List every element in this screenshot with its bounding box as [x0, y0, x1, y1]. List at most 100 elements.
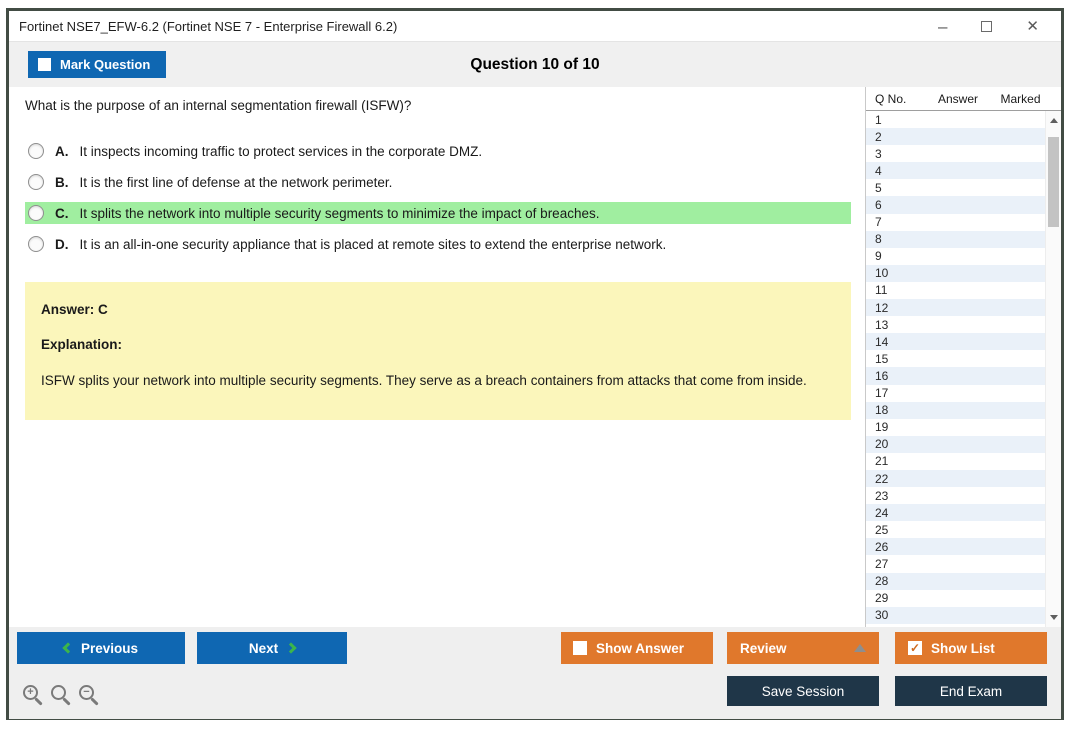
- question-list-body: 1 2 3 4 5 6 7 8 9 10 11 12 13 14 15 16 17 18 19 20 21 22 23 24 2…: [866, 111, 1045, 627]
- question-text: What is the purpose of an internal segme…: [25, 98, 412, 113]
- question-list-row[interactable]: 28: [866, 572, 1045, 590]
- question-list-row[interactable]: 10: [866, 264, 1045, 282]
- scroll-up-icon[interactable]: [1050, 118, 1058, 123]
- question-number: 5: [875, 180, 882, 195]
- option-d-radio[interactable]: [28, 236, 44, 252]
- option-d-letter: D.: [55, 236, 69, 252]
- window-title: Fortinet NSE7_EFW-6.2 (Fortinet NSE 7 - …: [19, 18, 398, 34]
- question-number: 22: [875, 471, 889, 486]
- question-list-row[interactable]: 25: [866, 521, 1045, 538]
- column-header-answer: Answer: [937, 91, 978, 106]
- show-list-button[interactable]: ✓ Show List: [895, 632, 1047, 664]
- question-number: 11: [875, 283, 888, 298]
- question-list-row[interactable]: 12: [866, 299, 1045, 317]
- zoom-toolbar: + −: [23, 685, 94, 700]
- save-session-button[interactable]: Save Session: [727, 676, 879, 706]
- question-number: 6: [875, 198, 882, 213]
- question-list-header: Q No. Answer Marked: [866, 87, 1061, 111]
- question-list-row[interactable]: 22: [866, 469, 1045, 488]
- show-list-label: Show List: [931, 640, 995, 656]
- option-b-text: It is the first line of defense at the n…: [79, 174, 393, 190]
- question-list-row[interactable]: 13: [866, 316, 1045, 333]
- question-list-sidebar: Q No. Answer Marked 1 2 3 4 5 6 7 8 9 10 11 12 13 14 1…: [865, 87, 1061, 627]
- question-list-row[interactable]: 9: [866, 248, 1045, 265]
- option-row-d[interactable]: D. It is an all-in-one security applianc…: [25, 233, 851, 255]
- chevron-right-icon: [285, 642, 297, 654]
- content-area: What is the purpose of an internal segme…: [9, 87, 1061, 627]
- scroll-down-icon[interactable]: [1050, 615, 1058, 620]
- chevron-left-icon: [62, 642, 74, 654]
- question-number: 28: [875, 574, 889, 589]
- magnifier-icon[interactable]: [51, 685, 66, 700]
- question-list-row[interactable]: 26: [866, 538, 1045, 556]
- question-list-row[interactable]: 7: [866, 214, 1045, 231]
- question-list-row[interactable]: 5: [866, 179, 1045, 196]
- option-c-radio[interactable]: [28, 205, 44, 221]
- question-list-row[interactable]: 16: [866, 367, 1045, 385]
- explanation-text: ISFW splits your network into multiple s…: [41, 373, 807, 388]
- option-row-c-correct[interactable]: C. It splits the network into multiple s…: [25, 202, 851, 224]
- minimize-icon[interactable]: –: [938, 18, 947, 35]
- question-list-row[interactable]: 19: [866, 419, 1045, 436]
- close-icon[interactable]: ✕: [1026, 19, 1039, 34]
- question-number: 15: [875, 351, 889, 366]
- question-list-row[interactable]: 23: [866, 487, 1045, 504]
- end-exam-button[interactable]: End Exam: [895, 676, 1047, 706]
- show-list-checkbox[interactable]: ✓: [908, 641, 922, 655]
- option-d-text: It is an all-in-one security appliance t…: [79, 236, 667, 252]
- question-number: 14: [875, 334, 889, 349]
- question-list-row[interactable]: 14: [866, 333, 1045, 351]
- scrollbar-thumb[interactable]: [1048, 137, 1059, 227]
- question-list-row[interactable]: 24: [866, 504, 1045, 522]
- option-row-a[interactable]: A. It inspects incoming traffic to prote…: [25, 140, 851, 162]
- option-row-b[interactable]: B. It is the first line of defense at th…: [25, 171, 851, 193]
- question-number: 2: [875, 129, 882, 144]
- end-exam-label: End Exam: [939, 683, 1003, 699]
- question-list-row[interactable]: 29: [866, 590, 1045, 607]
- question-number: 23: [875, 488, 889, 503]
- next-button[interactable]: Next: [197, 632, 347, 664]
- question-number: 9: [875, 249, 882, 264]
- next-label: Next: [248, 640, 279, 656]
- question-number: 18: [875, 403, 889, 418]
- option-a-radio[interactable]: [28, 143, 44, 159]
- question-list-row[interactable]: 21: [866, 453, 1045, 470]
- question-number: 13: [875, 317, 889, 332]
- previous-button[interactable]: Previous: [17, 632, 185, 664]
- dropup-arrow-icon: [854, 644, 866, 652]
- checkmark-icon: ✓: [909, 641, 921, 655]
- question-list-row[interactable]: 8: [866, 230, 1045, 248]
- maximize-icon[interactable]: [981, 20, 993, 32]
- question-number: 1: [875, 112, 882, 127]
- question-list-row[interactable]: 3: [866, 145, 1045, 162]
- question-list-row[interactable]: 2: [866, 128, 1045, 146]
- question-list-row[interactable]: 17: [866, 385, 1045, 402]
- question-number: 25: [875, 522, 889, 537]
- option-b-radio[interactable]: [28, 174, 44, 190]
- question-counter: Question 10 of 10: [470, 55, 600, 73]
- previous-label: Previous: [80, 640, 139, 656]
- review-button[interactable]: Review: [727, 632, 879, 664]
- header-strip: Question 10 of 10 Mark Question: [9, 42, 1061, 87]
- zoom-in-icon[interactable]: +: [23, 685, 38, 700]
- footer-bar: Previous Next Show Answer Review ✓ Show …: [9, 627, 1061, 719]
- question-list-row[interactable]: 1: [866, 111, 1045, 128]
- option-c-letter: C.: [55, 205, 69, 221]
- question-list-row[interactable]: 30: [866, 606, 1045, 624]
- answer-panel: Answer: C Explanation: ISFW splits your …: [25, 282, 851, 420]
- show-answer-checkbox[interactable]: [573, 641, 587, 655]
- question-list-row[interactable]: 27: [866, 555, 1045, 572]
- question-list-row[interactable]: 6: [866, 196, 1045, 214]
- question-list-row[interactable]: 20: [866, 435, 1045, 453]
- question-list-row[interactable]: 18: [866, 401, 1045, 419]
- show-answer-button[interactable]: Show Answer: [561, 632, 713, 664]
- question-list-row[interactable]: 15: [866, 350, 1045, 367]
- question-number: 12: [875, 300, 889, 315]
- app-window: Fortinet NSE7_EFW-6.2 (Fortinet NSE 7 - …: [6, 8, 1064, 720]
- question-number: 27: [875, 556, 889, 571]
- question-list-row[interactable]: 4: [866, 162, 1045, 180]
- question-list-scrollbar[interactable]: [1045, 111, 1061, 627]
- question-list-row[interactable]: 11: [866, 282, 1045, 299]
- question-number: 26: [875, 539, 889, 554]
- zoom-out-icon[interactable]: −: [79, 685, 94, 700]
